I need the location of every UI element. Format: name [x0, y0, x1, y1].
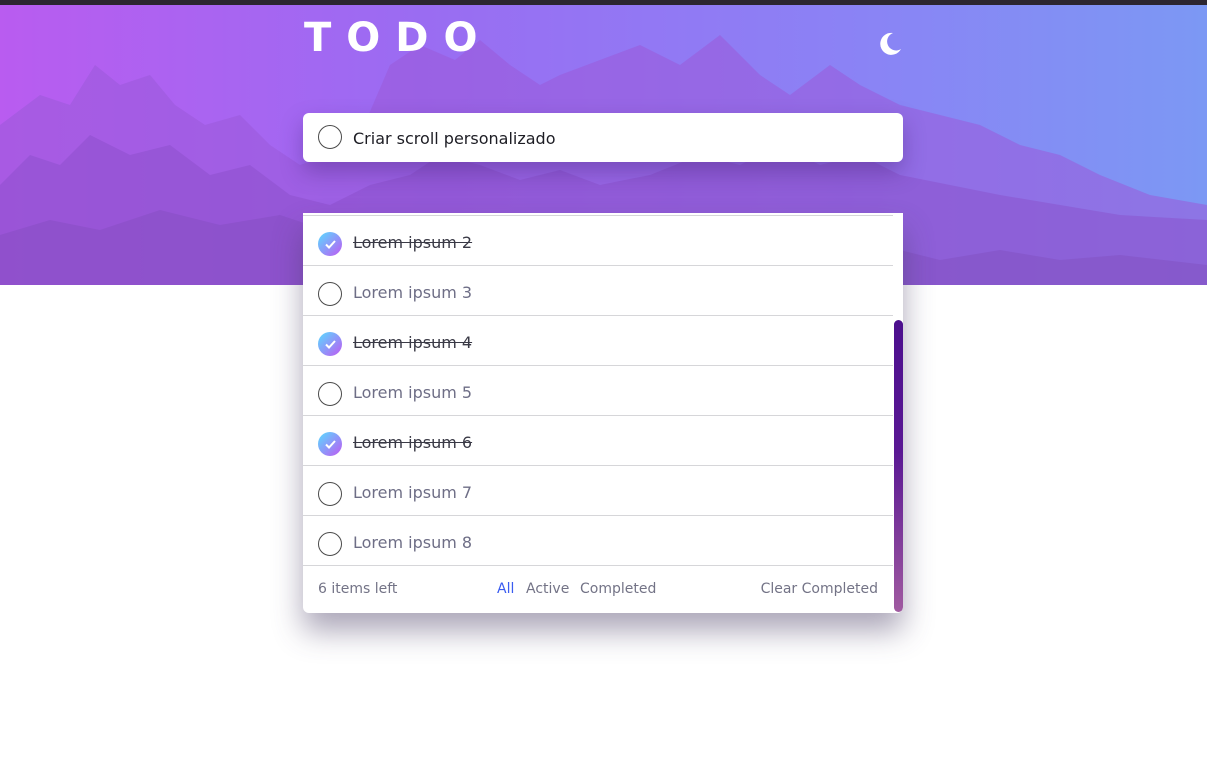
new-todo-bar	[303, 113, 903, 162]
todo-checkbox[interactable]	[318, 482, 342, 506]
todo-label: Lorem ipsum 7	[353, 483, 473, 502]
todo-label: Lorem ipsum 6	[353, 433, 473, 452]
todo-checkbox[interactable]	[318, 532, 342, 556]
todo-list: Lorem ipsum 2 Lorem ipsum 3 Lorem ipsum 4 L…	[303, 213, 893, 567]
todo-label: Lorem ipsum 2	[353, 233, 473, 252]
list-top-divider	[303, 215, 893, 216]
todo-checkbox[interactable]	[318, 282, 342, 306]
scrollbar-thumb[interactable]	[894, 320, 903, 612]
todo-item[interactable]: Lorem ipsum 2	[303, 216, 893, 266]
moon-icon	[880, 32, 901, 55]
new-todo-input[interactable]	[353, 125, 873, 151]
todo-item[interactable]: Lorem ipsum 5	[303, 366, 893, 416]
todo-checkbox-checked[interactable]	[318, 432, 342, 456]
todo-checkbox-checked[interactable]	[318, 232, 342, 256]
clear-completed-button[interactable]: Clear Completed	[761, 581, 878, 597]
todo-item[interactable]: Lorem ipsum 4	[303, 316, 893, 366]
filter-all[interactable]: All	[497, 581, 514, 597]
todo-checkbox[interactable]	[318, 382, 342, 406]
theme-toggle-button[interactable]	[874, 29, 904, 59]
filter-active[interactable]: Active	[526, 581, 569, 597]
todo-label: Lorem ipsum 4	[353, 333, 473, 352]
check-icon	[325, 240, 336, 249]
check-icon	[325, 340, 336, 349]
todo-label: Lorem ipsum 3	[353, 283, 473, 302]
todo-list-panel: Lorem ipsum 2 Lorem ipsum 3 Lorem ipsum 4 L…	[303, 213, 903, 613]
filter-completed[interactable]: Completed	[580, 581, 656, 597]
new-todo-circle-toggle[interactable]	[318, 125, 342, 149]
todo-label: Lorem ipsum 5	[353, 383, 473, 402]
todo-checkbox-checked[interactable]	[318, 332, 342, 356]
check-icon	[325, 440, 336, 449]
todo-footer: 6 items left All Active Completed Clear …	[303, 567, 893, 613]
todo-item[interactable]: Lorem ipsum 3	[303, 266, 893, 316]
app-title: TODO	[304, 15, 493, 61]
items-left-count: 6 items left	[318, 581, 398, 597]
todo-item[interactable]: Lorem ipsum 6	[303, 416, 893, 466]
todo-label: Lorem ipsum 8	[353, 533, 473, 552]
todo-item[interactable]: Lorem ipsum 8	[303, 516, 893, 566]
todo-item[interactable]: Lorem ipsum 7	[303, 466, 893, 516]
